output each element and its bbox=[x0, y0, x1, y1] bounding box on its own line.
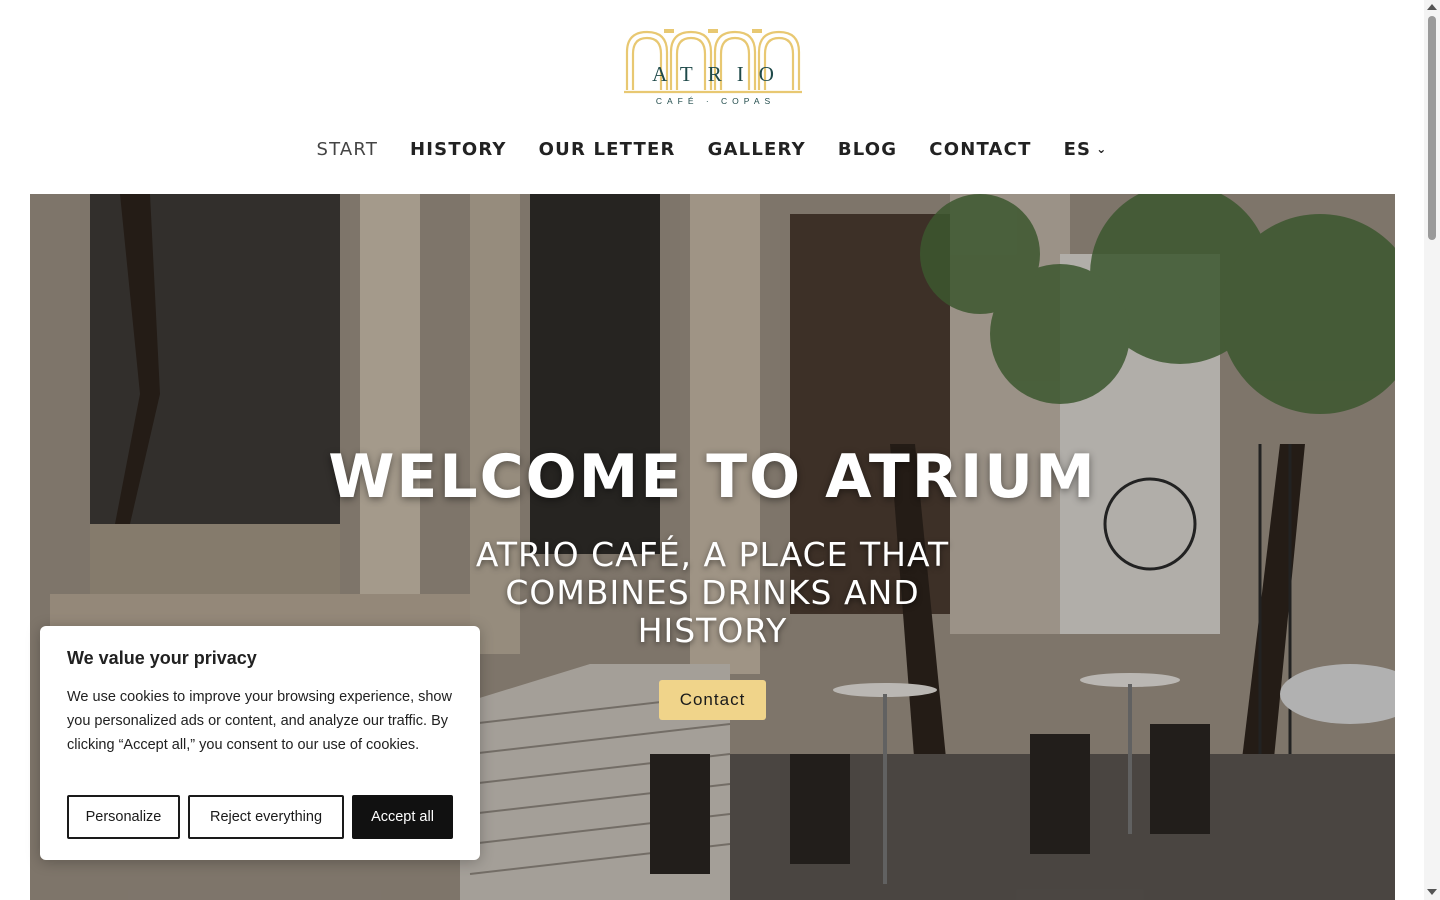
language-switcher[interactable]: ES ⌄ bbox=[1064, 139, 1108, 160]
scrollbar-thumb[interactable] bbox=[1428, 16, 1436, 240]
logo-tagline: CAFÉ · COPAS bbox=[655, 96, 776, 106]
chevron-down-icon: ⌄ bbox=[1096, 142, 1108, 156]
scroll-down-arrow-icon[interactable] bbox=[1427, 889, 1437, 895]
hero-subtitle: ATRIO CAFÉ, A PLACE THAT COMBINES DRINKS… bbox=[475, 535, 950, 650]
cookie-consent-banner: We value your privacy We use cookies to … bbox=[40, 626, 480, 860]
cookie-title: We value your privacy bbox=[67, 648, 257, 668]
reject-all-button[interactable]: Reject everything bbox=[188, 795, 344, 839]
main-nav: START HISTORY OUR LETTER GALLERY BLOG CO… bbox=[0, 139, 1424, 160]
nav-item-history[interactable]: HISTORY bbox=[410, 139, 507, 160]
contact-button[interactable]: Contact bbox=[659, 680, 766, 720]
nav-item-gallery[interactable]: GALLERY bbox=[708, 139, 806, 160]
nav-item-start[interactable]: START bbox=[316, 139, 378, 160]
logo-wordmark: ATRIO bbox=[652, 62, 789, 86]
language-label: ES bbox=[1063, 139, 1092, 160]
personalize-button[interactable]: Personalize bbox=[67, 795, 180, 839]
scroll-up-arrow-icon[interactable] bbox=[1427, 4, 1437, 10]
nav-item-blog[interactable]: BLOG bbox=[838, 139, 897, 160]
hero-title: WELCOME TO ATRIUM bbox=[328, 442, 1097, 512]
accept-all-button[interactable]: Accept all bbox=[352, 795, 453, 839]
site-logo[interactable]: ATRIO CAFÉ · COPAS bbox=[624, 28, 802, 114]
cookie-actions: Personalize Reject everything Accept all bbox=[67, 795, 453, 839]
nav-item-contact[interactable]: CONTACT bbox=[929, 139, 1031, 160]
nav-item-our-letter[interactable]: OUR LETTER bbox=[539, 139, 676, 160]
cookie-text: We use cookies to improve your browsing … bbox=[67, 689, 452, 753]
page-scrollbar[interactable] bbox=[1424, 0, 1440, 900]
